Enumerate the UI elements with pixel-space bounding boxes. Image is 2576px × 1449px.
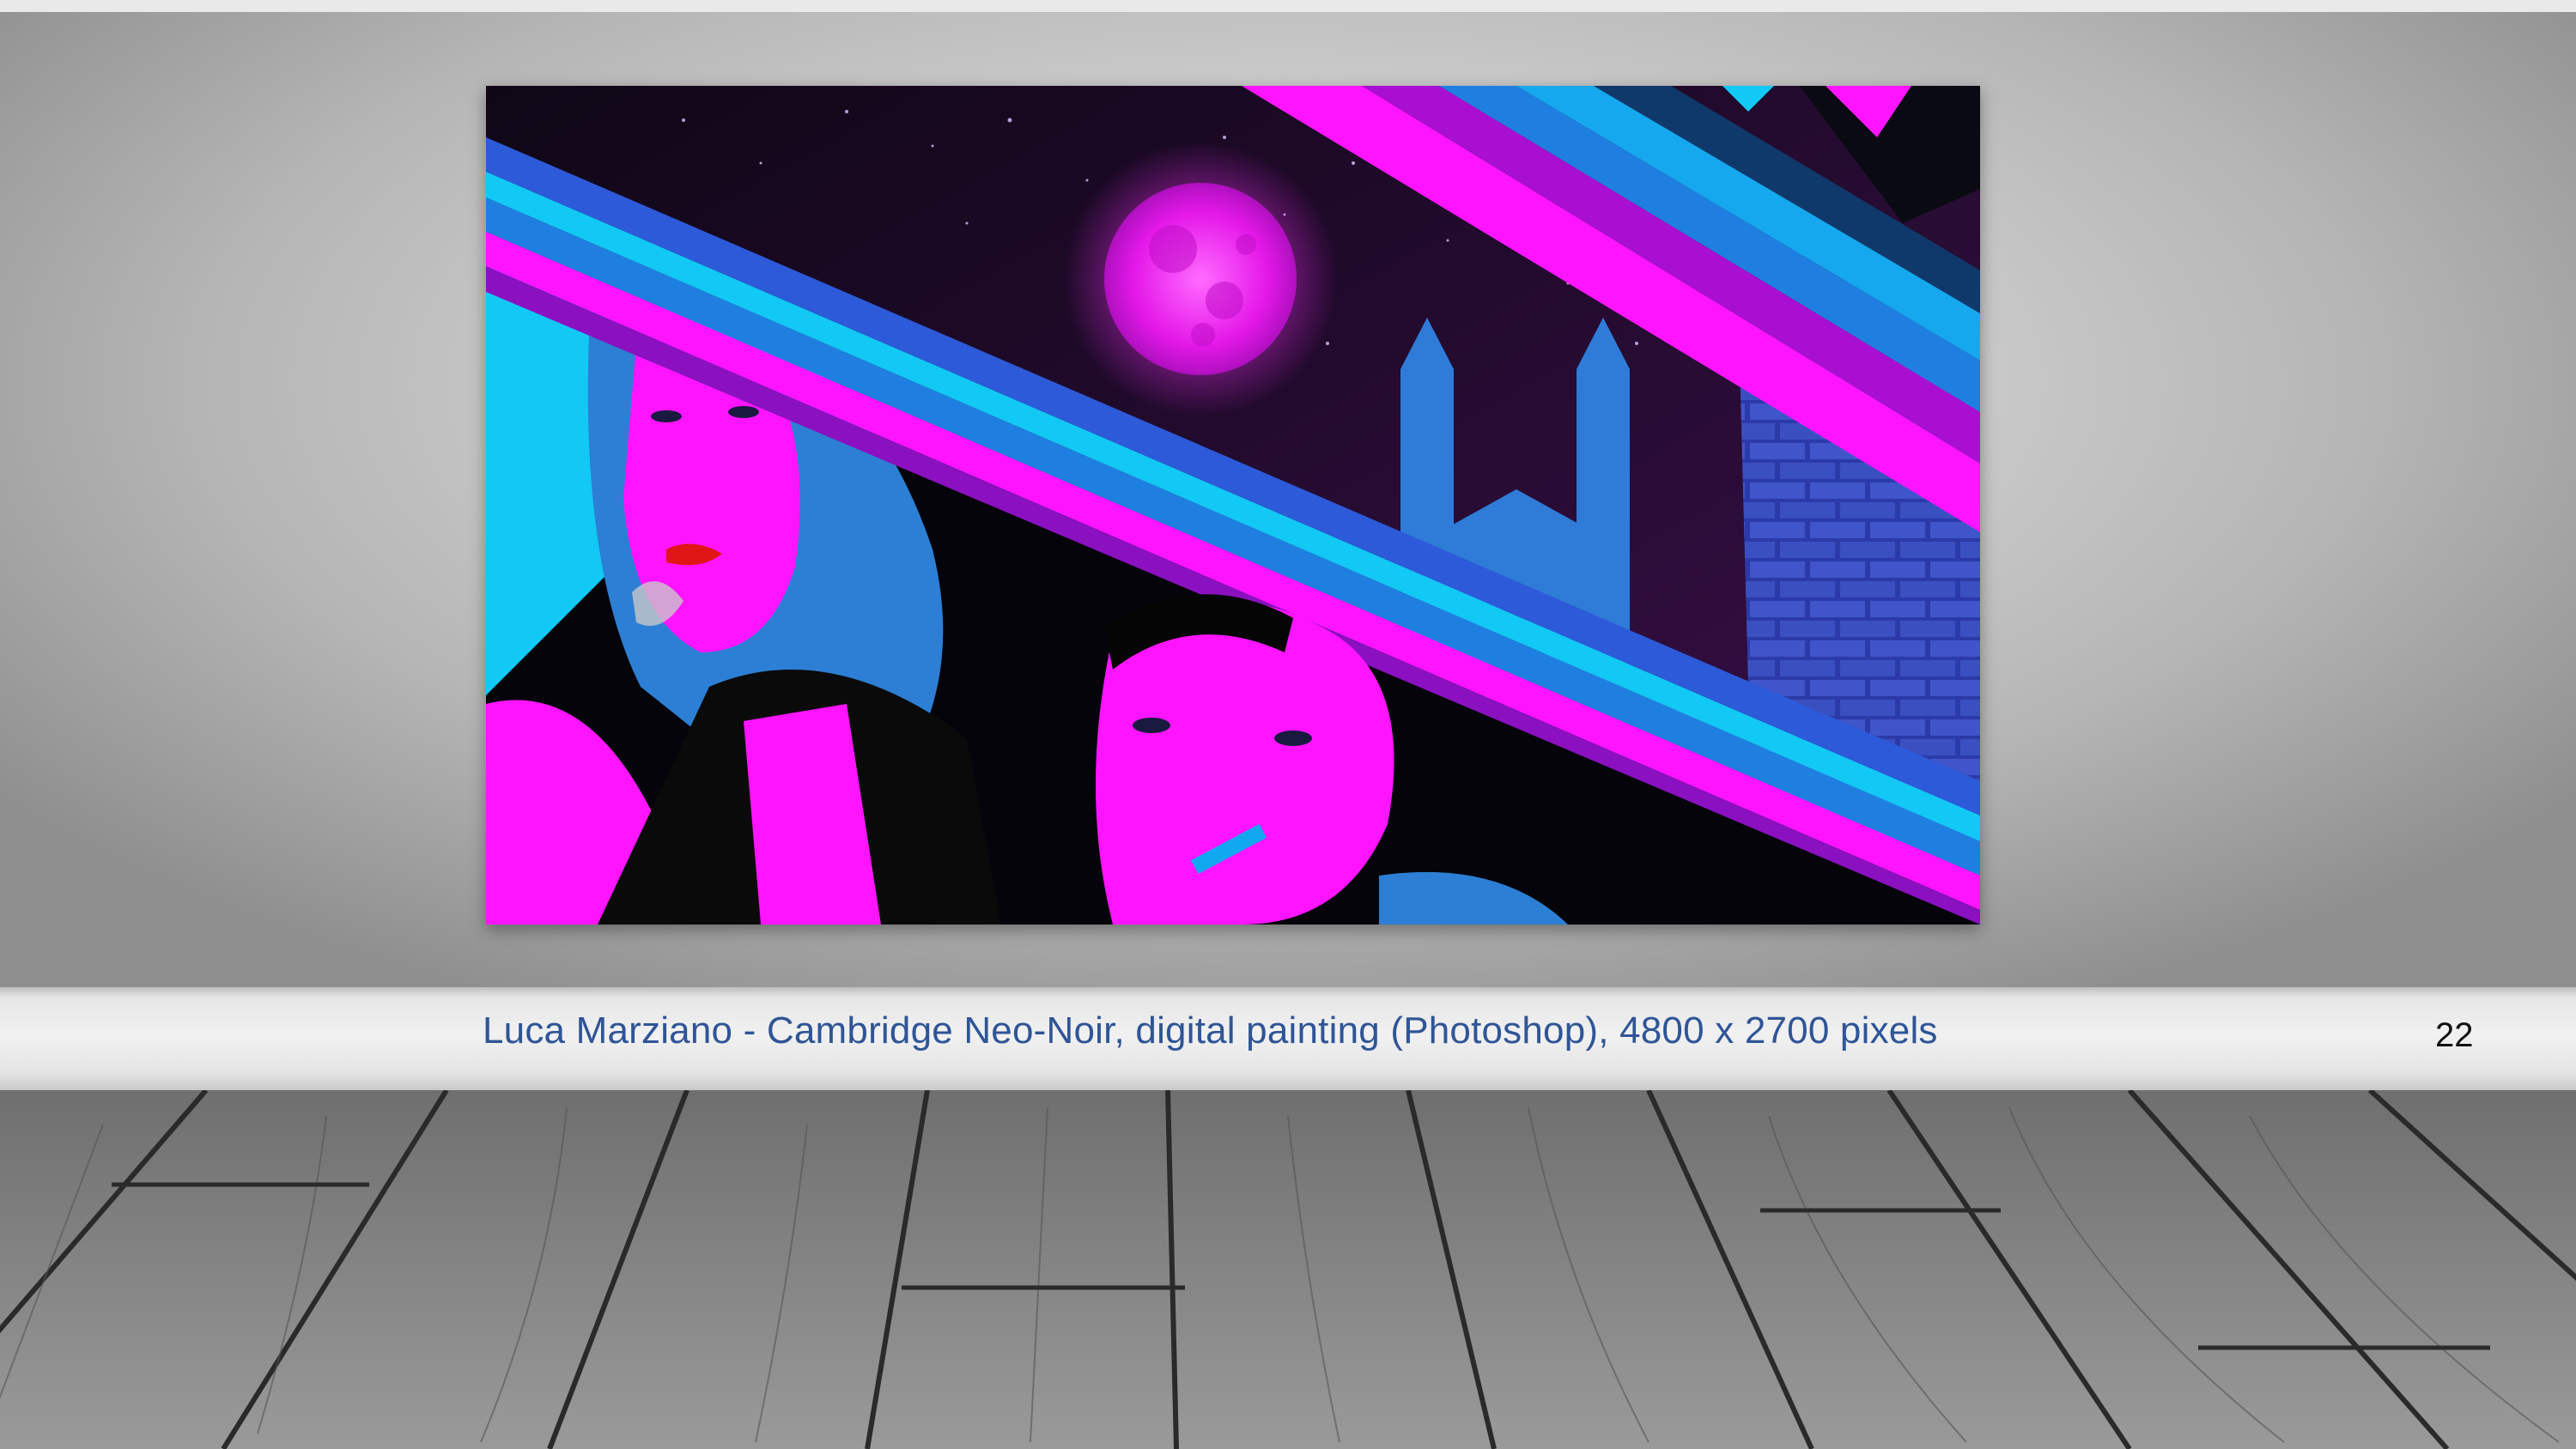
artwork-image	[486, 86, 1980, 925]
page-number: 22	[2435, 1016, 2474, 1054]
artwork-caption: Luca Marziano - Cambridge Neo-Noir, digi…	[483, 1009, 1938, 1052]
wooden-floor	[0, 1090, 2576, 1449]
